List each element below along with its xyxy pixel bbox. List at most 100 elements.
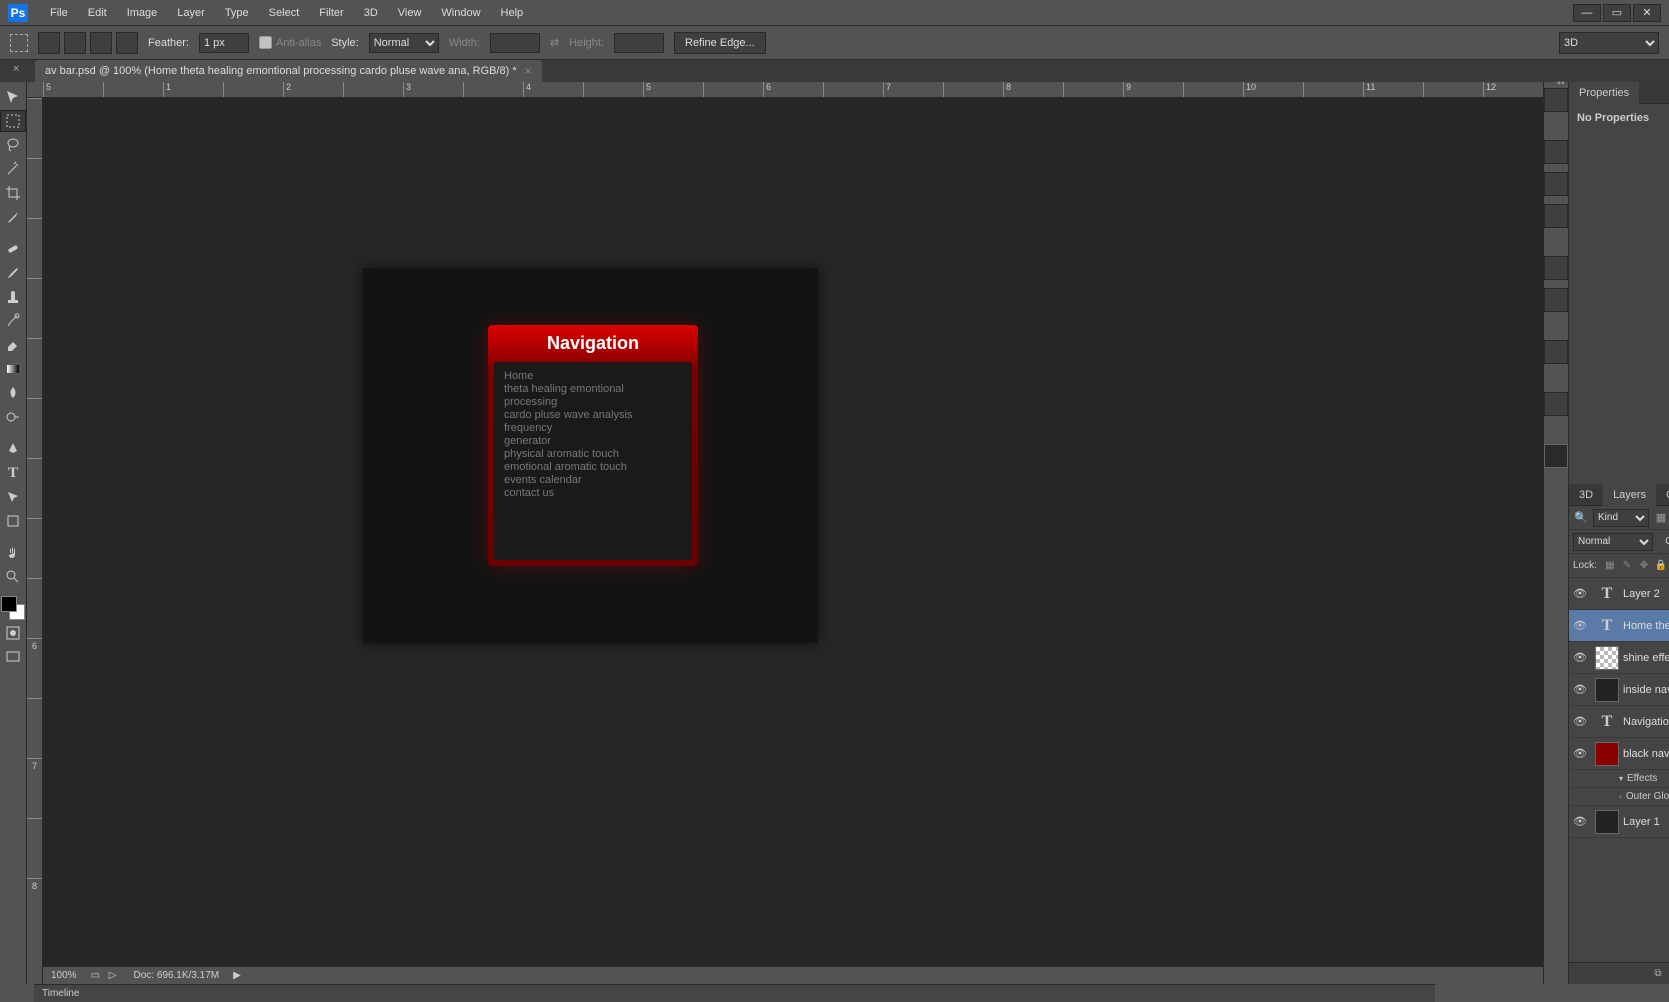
link-layers-icon[interactable]: ⧉ <box>1654 968 1661 979</box>
lock-position-icon[interactable]: ✥ <box>1637 559 1651 573</box>
canvas[interactable]: Navigation Home theta healing emontional… <box>43 98 1543 984</box>
layer-row[interactable]: 👁 T Navigation <box>1569 706 1669 738</box>
marquee-tool[interactable] <box>0 110 26 132</box>
move-tool[interactable] <box>0 86 26 108</box>
timeline-bar[interactable]: Timeline <box>34 984 1435 1002</box>
zoom-level[interactable]: 100% <box>51 970 77 981</box>
ruler-horizontal[interactable]: 5 1 2 3 4 5 6 7 8 9 10 11 12 <box>27 82 1543 98</box>
shape-tool[interactable] <box>0 510 26 532</box>
visibility-icon[interactable]: 👁 <box>1569 619 1591 632</box>
layers-list[interactable]: 👁 T Layer 2 👁 T Home theta healing emon... 👁 sh… <box>1569 578 1669 962</box>
status-arrow-icon[interactable]: ▶ <box>233 970 241 981</box>
layer-thumbnail[interactable] <box>1595 742 1619 766</box>
lock-transparency-icon[interactable]: ▦ <box>1603 559 1617 573</box>
layer-name[interactable]: inside nav bar <box>1623 684 1669 696</box>
crop-tool[interactable] <box>0 182 26 204</box>
visibility-icon[interactable]: 👁 <box>1569 683 1591 696</box>
layer-thumbnail[interactable] <box>1595 646 1619 670</box>
menu-type[interactable]: Type <box>215 7 259 19</box>
menu-3d[interactable]: 3D <box>354 7 388 19</box>
swatches-panel-icon[interactable] <box>1544 172 1568 196</box>
layer-name[interactable]: Home theta healing emon... <box>1623 620 1669 632</box>
wand-tool[interactable] <box>0 158 26 180</box>
blur-tool[interactable] <box>0 382 26 404</box>
menu-image[interactable]: Image <box>117 7 168 19</box>
menu-help[interactable]: Help <box>491 7 534 19</box>
menu-view[interactable]: View <box>388 7 432 19</box>
layer-name[interactable]: Layer 2 <box>1623 588 1669 600</box>
ruler-vertical[interactable]: 6 7 8 <box>27 98 43 984</box>
character-panel-icon[interactable] <box>1544 256 1568 280</box>
visibility-icon[interactable]: 👁 <box>1569 815 1591 828</box>
layer-row[interactable]: 👁 T Home theta healing emon... <box>1569 610 1669 642</box>
eraser-tool[interactable] <box>0 334 26 356</box>
blend-mode-select[interactable]: Normal <box>1573 533 1653 551</box>
layer-name[interactable]: black nav bar box <box>1623 748 1669 760</box>
layer-thumbnail[interactable]: T <box>1595 614 1619 638</box>
refine-edge-button[interactable]: Refine Edge... <box>674 32 766 54</box>
menu-window[interactable]: Window <box>431 7 490 19</box>
pen-tool[interactable] <box>0 438 26 460</box>
brush-tool[interactable] <box>0 262 26 284</box>
layer-name[interactable]: Navigation <box>1623 716 1669 728</box>
antialias-checkbox[interactable]: Anti-alias <box>259 36 321 49</box>
layer-thumbnail[interactable] <box>1595 678 1619 702</box>
layer-thumbnail[interactable]: T <box>1595 582 1619 606</box>
status-icons[interactable]: ▭ ▷ <box>91 970 120 981</box>
lasso-tool[interactable] <box>0 134 26 156</box>
screenmode-tool[interactable] <box>0 646 26 668</box>
layer-row[interactable]: 👁 T Layer 2 <box>1569 578 1669 610</box>
styles-panel-icon[interactable] <box>1544 204 1568 228</box>
new-selection-icon[interactable] <box>38 32 60 54</box>
intersect-selection-icon[interactable] <box>116 32 138 54</box>
quickmask-tool[interactable] <box>0 622 26 644</box>
layer-effect-row[interactable]: ◦Outer Glow <box>1569 788 1669 806</box>
type-tool[interactable]: T <box>0 462 26 484</box>
menu-edit[interactable]: Edit <box>78 7 117 19</box>
tab-3d[interactable]: 3D <box>1569 484 1603 506</box>
adjustments-panel-icon[interactable] <box>1544 340 1568 364</box>
visibility-icon[interactable]: 👁 <box>1569 651 1591 664</box>
stamp-tool[interactable] <box>0 286 26 308</box>
document-tab[interactable]: × av bar.psd @ 100% (Home theta healing … <box>35 60 542 82</box>
healing-tool[interactable] <box>0 238 26 260</box>
tab-channels[interactable]: Channels <box>1656 484 1669 506</box>
path-selection-tool[interactable] <box>0 486 26 508</box>
layer-name[interactable]: Layer 1 <box>1623 816 1669 828</box>
layer-row[interactable]: 👁inside nav bar🔒 <box>1569 674 1669 706</box>
minimize-button[interactable]: — <box>1573 4 1601 22</box>
feather-input[interactable] <box>199 33 249 53</box>
paragraph-panel-icon[interactable] <box>1544 288 1568 312</box>
layer-name[interactable]: shine effect <box>1623 652 1669 664</box>
menu-filter[interactable]: Filter <box>309 7 353 19</box>
tab-layers[interactable]: Layers <box>1603 484 1656 506</box>
hand-tool[interactable] <box>0 542 26 564</box>
color-panel-icon[interactable] <box>1544 140 1568 164</box>
filter-pixel-icon[interactable]: ▦ <box>1653 510 1669 526</box>
lock-pixels-icon[interactable]: ✎ <box>1620 559 1634 573</box>
history-brush-tool[interactable] <box>0 310 26 332</box>
eyedropper-tool[interactable] <box>0 206 26 228</box>
maximize-button[interactable]: ▭ <box>1603 4 1631 22</box>
subtract-selection-icon[interactable] <box>90 32 112 54</box>
layer-effect-row[interactable]: ▾Effects <box>1569 770 1669 788</box>
visibility-icon[interactable]: 👁 <box>1569 587 1591 600</box>
layer-row[interactable]: 👁 Layer 1 <box>1569 806 1669 838</box>
gradient-tool[interactable] <box>0 358 26 380</box>
color-swatches[interactable] <box>1 596 25 620</box>
layer-row[interactable]: 👁 shine effect <box>1569 642 1669 674</box>
history-panel-icon[interactable] <box>1544 88 1568 112</box>
layer-thumbnail[interactable]: T <box>1595 710 1619 734</box>
workspace-select[interactable]: 3D <box>1559 32 1659 54</box>
navigator-panel-icon[interactable] <box>1544 392 1568 416</box>
foreground-color-swatch[interactable] <box>1 596 17 612</box>
menu-file[interactable]: File <box>40 7 78 19</box>
marquee-icon[interactable] <box>10 34 28 52</box>
visibility-icon[interactable]: 👁 <box>1569 715 1591 728</box>
dock-collapse-icon[interactable]: ◂◂ <box>1544 78 1568 86</box>
properties-tab[interactable]: Properties <box>1569 82 1639 104</box>
zoom-tool[interactable] <box>0 566 26 588</box>
close-tab-icon[interactable]: × <box>525 64 532 78</box>
menu-select[interactable]: Select <box>259 7 310 19</box>
menu-layer[interactable]: Layer <box>167 7 215 19</box>
